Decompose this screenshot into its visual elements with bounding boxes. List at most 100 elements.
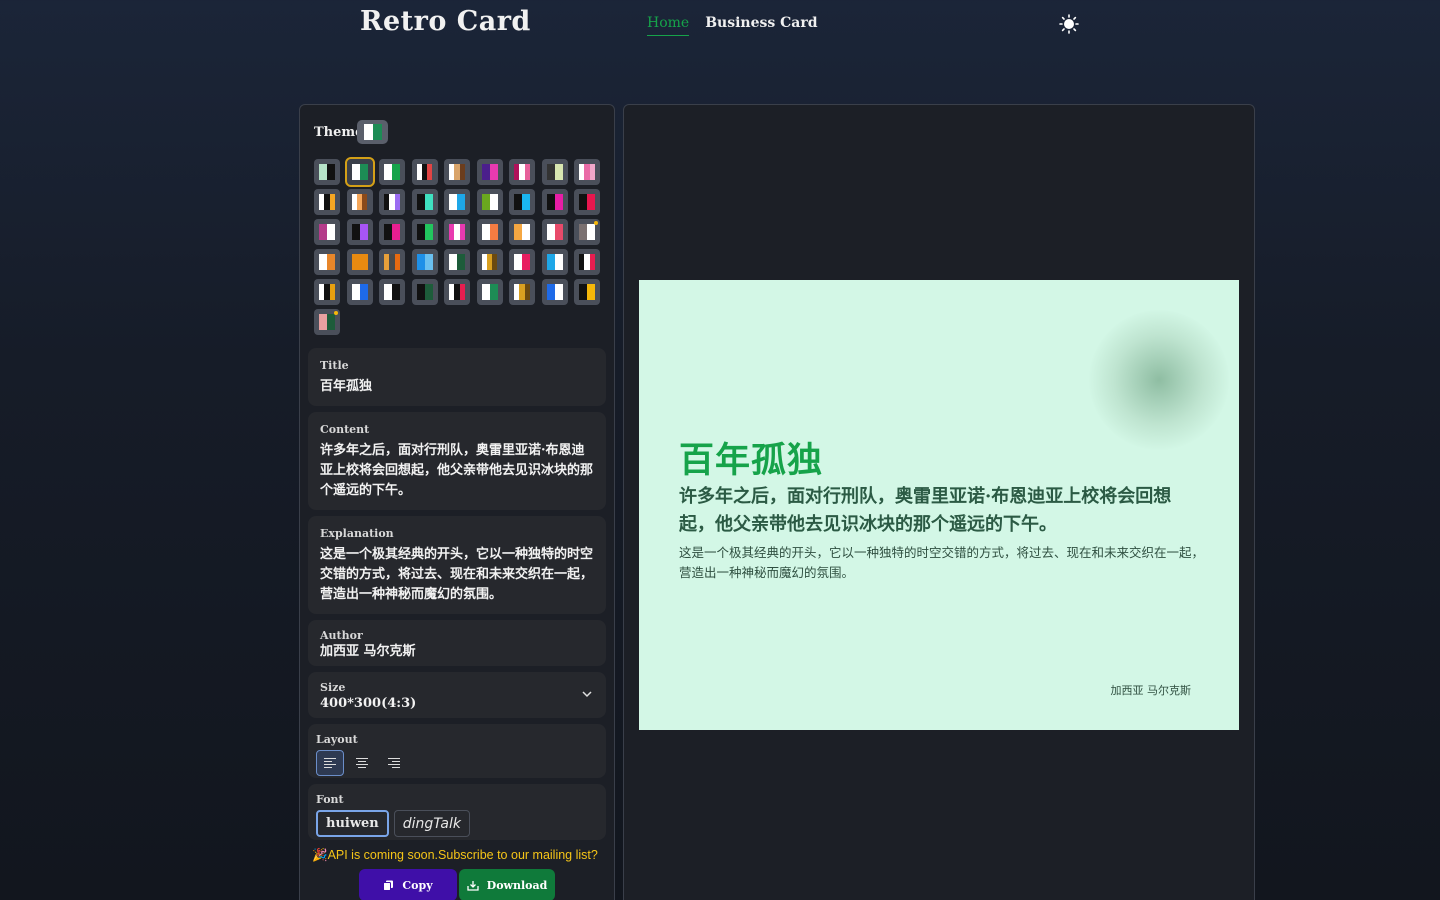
theme-swatch[interactable] (379, 189, 405, 215)
settings-panel: Theme Title 百年孤独 Content 许多年之后，面对行刑队，奥雷里… (299, 104, 615, 900)
theme-swatch[interactable] (379, 279, 405, 305)
card-explanation: 这是一个极其经典的开头，它以一种独特的时空交错的方式，将过去、现在和未来交织在一… (679, 545, 1205, 580)
title-input[interactable]: 百年孤独 (320, 377, 594, 397)
theme-swatch[interactable] (314, 249, 340, 275)
card-content: 许多年之后，面对行刑队，奥雷里亚诺·布恩迪亚上校将会回想起，他父亲带他去见识冰块… (679, 486, 1172, 535)
download-label: Download (486, 878, 548, 892)
size-value: 400*300(4:3) (320, 696, 417, 711)
theme-swatch[interactable] (574, 159, 600, 185)
theme-swatch[interactable] (444, 159, 470, 185)
copy-label: Copy (402, 878, 433, 892)
theme-swatch[interactable] (346, 219, 373, 245)
current-theme-swatch (357, 120, 388, 144)
title-field[interactable]: Title 百年孤独 (308, 348, 606, 406)
theme-swatch[interactable] (444, 249, 470, 275)
theme-swatch-grid (314, 157, 600, 335)
theme-swatch[interactable] (541, 279, 568, 305)
theme-swatch[interactable] (346, 279, 373, 305)
theme-swatch[interactable] (574, 189, 600, 215)
font-option-dingtalk[interactable]: dingTalk (393, 810, 470, 837)
theme-swatch[interactable] (541, 159, 568, 185)
theme-swatch[interactable] (509, 279, 535, 305)
card-author: 加西亚 马尔克斯 (1110, 684, 1192, 697)
theme-swatch[interactable] (476, 159, 503, 185)
layout-right-button[interactable] (380, 750, 408, 776)
theme-swatch[interactable] (444, 279, 470, 305)
brand-logo[interactable]: Retro Card (360, 6, 531, 37)
content-textarea[interactable]: 许多年之后，面对行刑队，奥雷里亚诺·布恩迪亚上校将会回想起，他父亲带他去见识冰块… (320, 441, 594, 501)
align-right-icon (388, 758, 400, 768)
theme-swatch[interactable] (346, 189, 373, 215)
theme-swatch[interactable] (541, 219, 568, 245)
theme-swatch[interactable] (314, 159, 340, 185)
download-icon (467, 880, 479, 891)
content-label: Content (320, 423, 370, 436)
top-header: Retro Card Home Business Card (0, 0, 1440, 50)
nav-business-card[interactable]: Business Card (705, 15, 817, 36)
layout-field: Layout (308, 724, 606, 778)
theme-swatch[interactable] (346, 249, 373, 275)
download-button[interactable]: Download (459, 869, 555, 900)
content-field[interactable]: Content 许多年之后，面对行刑队，奥雷里亚诺·布恩迪亚上校将会回想起，他父… (308, 412, 606, 510)
theme-swatch[interactable] (411, 189, 438, 215)
preview-panel: 百年孤独 许多年之后，面对行刑队，奥雷里亚诺·布恩迪亚上校将会回想起，他父亲带他… (623, 104, 1255, 900)
nav-home[interactable]: Home (647, 15, 690, 36)
theme-swatch[interactable] (379, 249, 405, 275)
theme-swatch[interactable] (509, 249, 535, 275)
new-badge-dot (594, 221, 598, 225)
theme-swatch[interactable] (476, 219, 503, 245)
font-label: Font (316, 793, 344, 806)
theme-swatch[interactable] (411, 279, 438, 305)
theme-swatch[interactable] (476, 249, 503, 275)
retro-card-preview: 百年孤独 许多年之后，面对行刑队，奥雷里亚诺·布恩迪亚上校将会回想起，他父亲带他… (639, 280, 1239, 730)
explanation-field[interactable]: Explanation 这是一个极其经典的开头，它以一种独特的时空交错的方式，将… (308, 516, 606, 614)
layout-center-button[interactable] (348, 750, 376, 776)
copy-icon (383, 880, 394, 891)
theme-swatch[interactable] (509, 189, 535, 215)
theme-swatch[interactable] (379, 159, 405, 185)
theme-swatch[interactable] (574, 279, 600, 305)
theme-swatch[interactable] (444, 189, 470, 215)
theme-swatch[interactable] (411, 159, 438, 185)
layout-label: Layout (316, 733, 358, 746)
theme-swatch[interactable] (314, 279, 340, 305)
layout-left-button[interactable] (316, 750, 344, 776)
theme-swatch[interactable] (314, 189, 340, 215)
theme-swatch[interactable] (411, 219, 438, 245)
main-nav: Home Business Card (647, 15, 818, 36)
explanation-textarea[interactable]: 这是一个极其经典的开头，它以一种独特的时空交错的方式，将过去、现在和未来交织在一… (320, 545, 594, 605)
font-field: Font huiwen dingTalk (308, 784, 606, 840)
chevron-down-icon (582, 691, 592, 698)
size-label: Size (320, 681, 346, 694)
theme-swatch[interactable] (541, 189, 568, 215)
align-center-icon (356, 758, 368, 768)
theme-swatch[interactable] (444, 219, 470, 245)
align-left-icon (324, 758, 336, 768)
theme-swatch[interactable] (509, 219, 535, 245)
theme-toggle-button[interactable] (1058, 13, 1080, 35)
theme-swatch[interactable] (344, 157, 375, 187)
theme-swatch[interactable] (314, 219, 340, 245)
theme-swatch[interactable] (379, 219, 405, 245)
copy-button[interactable]: Copy (359, 869, 457, 900)
author-field[interactable]: Author 加西亚 马尔克斯 (308, 620, 606, 666)
font-option-huiwen[interactable]: huiwen (316, 810, 389, 837)
theme-swatch[interactable] (314, 309, 340, 335)
card-title: 百年孤独 (679, 440, 824, 481)
theme-swatch[interactable] (476, 279, 503, 305)
theme-swatch[interactable] (574, 219, 600, 245)
theme-swatch[interactable] (509, 159, 535, 185)
author-input[interactable]: 加西亚 马尔克斯 (320, 642, 594, 662)
size-select[interactable]: Size 400*300(4:3) (308, 672, 606, 718)
author-label: Author (320, 629, 363, 642)
title-label: Title (320, 359, 349, 372)
new-badge-dot (334, 311, 338, 315)
theme-swatch[interactable] (574, 249, 600, 275)
theme-swatch[interactable] (476, 189, 503, 215)
explanation-label: Explanation (320, 527, 394, 540)
api-mailing-list-link[interactable]: 🎉API is coming soon.Subscribe to our mai… (312, 848, 598, 863)
theme-swatch[interactable] (541, 249, 568, 275)
theme-swatch[interactable] (411, 249, 438, 275)
card-decoration (1089, 310, 1229, 450)
sun-icon (1059, 14, 1079, 34)
